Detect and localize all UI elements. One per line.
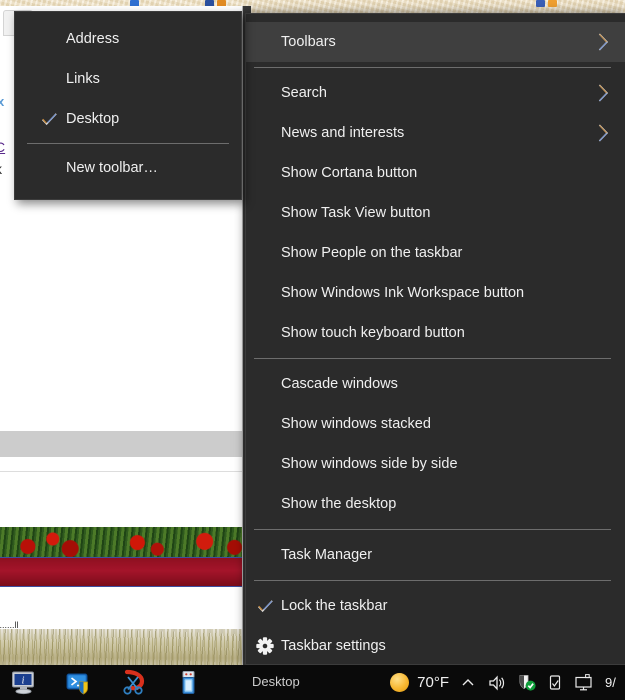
- menu-item-label: New toolbar…: [66, 160, 158, 176]
- taskbar-context-menu[interactable]: Toolbars Search News and interests Show Cor…: [245, 13, 625, 665]
- menu-item-desktop[interactable]: Desktop: [15, 99, 241, 139]
- menu-item-label: Show the desktop: [281, 496, 397, 512]
- page-gray-band: [0, 431, 242, 457]
- menu-item-label: Address: [66, 31, 120, 47]
- usb-drive-icon[interactable]: [175, 669, 202, 696]
- menu-item-show-touch-keyboard-button[interactable]: Show touch keyboard button: [246, 313, 625, 353]
- menu-item-label: Links: [66, 71, 100, 87]
- menu-item-label: Show Windows Ink Workspace button: [281, 285, 525, 301]
- menu-item-label: Search: [281, 85, 327, 101]
- menu-item-label: Show People on the taskbar: [281, 245, 463, 261]
- menu-item-show-windows-ink-workspace-button[interactable]: Show Windows Ink Workspace button: [246, 273, 625, 313]
- close-icon[interactable]: x: [0, 94, 4, 109]
- menu-item-task-manager[interactable]: Task Manager: [246, 535, 625, 575]
- temperature-label: 70°F: [417, 674, 449, 691]
- network-monitor-icon[interactable]: [573, 673, 595, 692]
- gear-icon: [256, 637, 274, 655]
- snipping-tool-icon[interactable]: [120, 669, 147, 696]
- page-text-fragment: k: [0, 161, 2, 177]
- svg-text:i: i: [22, 675, 25, 686]
- menu-item-address[interactable]: Address: [15, 19, 241, 59]
- sun-icon: [390, 673, 410, 692]
- menu-item-news-and-interests[interactable]: News and interests: [246, 113, 625, 153]
- menu-item-show-cortana-button[interactable]: Show Cortana button: [246, 153, 625, 193]
- menu-item-lock-the-taskbar[interactable]: Lock the taskbar: [246, 586, 625, 626]
- menu-item-label: Show Task View button: [281, 205, 431, 221]
- menu-item-label: Desktop: [66, 111, 120, 127]
- menu-item-label: Toolbars: [281, 34, 336, 50]
- powershell-admin-icon[interactable]: [65, 669, 92, 696]
- menu-item-label: Show windows stacked: [281, 416, 431, 432]
- menu-item-toolbars[interactable]: Toolbars: [246, 22, 625, 62]
- menu-top-padding: [15, 12, 241, 19]
- menu-item-label: News and interests: [281, 125, 405, 141]
- system-info-icon[interactable]: i: [10, 669, 37, 696]
- taskbar-pinned-icons: i: [0, 669, 202, 696]
- checkmark-icon: [256, 599, 274, 613]
- taskbar-desktop-toolbar-label[interactable]: Desktop: [252, 674, 300, 689]
- system-tray: 70°F 9/: [390, 665, 621, 700]
- menu-item-search[interactable]: Search: [246, 73, 625, 113]
- taskbar[interactable]: i Desktop 70°F 9/: [0, 665, 625, 700]
- chevron-right-icon: [596, 122, 611, 144]
- menu-item-show-the-desktop[interactable]: Show the desktop: [246, 484, 625, 524]
- menu-item-show-windows-stacked[interactable]: Show windows stacked: [246, 404, 625, 444]
- weather-widget[interactable]: 70°F: [390, 673, 449, 692]
- menu-separator: [254, 358, 611, 359]
- screen: x C k I......ll ToolbarsSearchNews and i…: [0, 0, 625, 700]
- menu-item-label: Show Cortana button: [281, 165, 418, 181]
- menu-item-cascade-windows[interactable]: Cascade windows: [246, 364, 625, 404]
- menu-item-label: Taskbar settings: [281, 638, 386, 654]
- toolbars-submenu[interactable]: Address Links Desktop New toolbar…: [14, 11, 242, 200]
- desktop-icon[interactable]: [548, 0, 557, 7]
- menu-item-show-windows-side-by-side[interactable]: Show windows side by side: [246, 444, 625, 484]
- checkmark-icon: [40, 112, 58, 126]
- battery-icon[interactable]: [547, 673, 563, 692]
- menu-item-new-toolbar[interactable]: New toolbar…: [15, 148, 241, 188]
- poppy-field-photo: [0, 527, 242, 557]
- menu-item-show-task-view-button[interactable]: Show Task View button: [246, 193, 625, 233]
- menu-item-label: Show touch keyboard button: [281, 325, 465, 341]
- menu-item-show-people-on-the-taskbar[interactable]: Show People on the taskbar: [246, 233, 625, 273]
- menu-item-label: Cascade windows: [281, 376, 398, 392]
- menu-item-label: Show windows side by side: [281, 456, 458, 472]
- clock[interactable]: 9/: [605, 675, 621, 690]
- page-link[interactable]: C: [0, 139, 5, 155]
- menu-top-padding: [246, 14, 625, 22]
- menu-separator: [254, 67, 611, 68]
- menu-item-label: Lock the taskbar: [281, 598, 388, 614]
- menu-item-taskbar-settings[interactable]: Taskbar settings: [246, 626, 625, 666]
- chevron-right-icon: [596, 82, 611, 104]
- menu-separator: [27, 143, 229, 144]
- menu-item-label: Task Manager: [281, 547, 373, 563]
- security-shield-check-icon[interactable]: [517, 673, 537, 692]
- menu-item-links[interactable]: Links: [15, 59, 241, 99]
- red-banner: [0, 557, 242, 587]
- speaker-icon[interactable]: [487, 674, 507, 692]
- menu-separator: [254, 580, 611, 581]
- chevron-up-icon[interactable]: [459, 674, 477, 692]
- chevron-right-icon: [596, 31, 611, 53]
- menu-separator: [254, 529, 611, 530]
- desktop-icon[interactable]: [536, 0, 545, 7]
- page-divider: [0, 471, 242, 472]
